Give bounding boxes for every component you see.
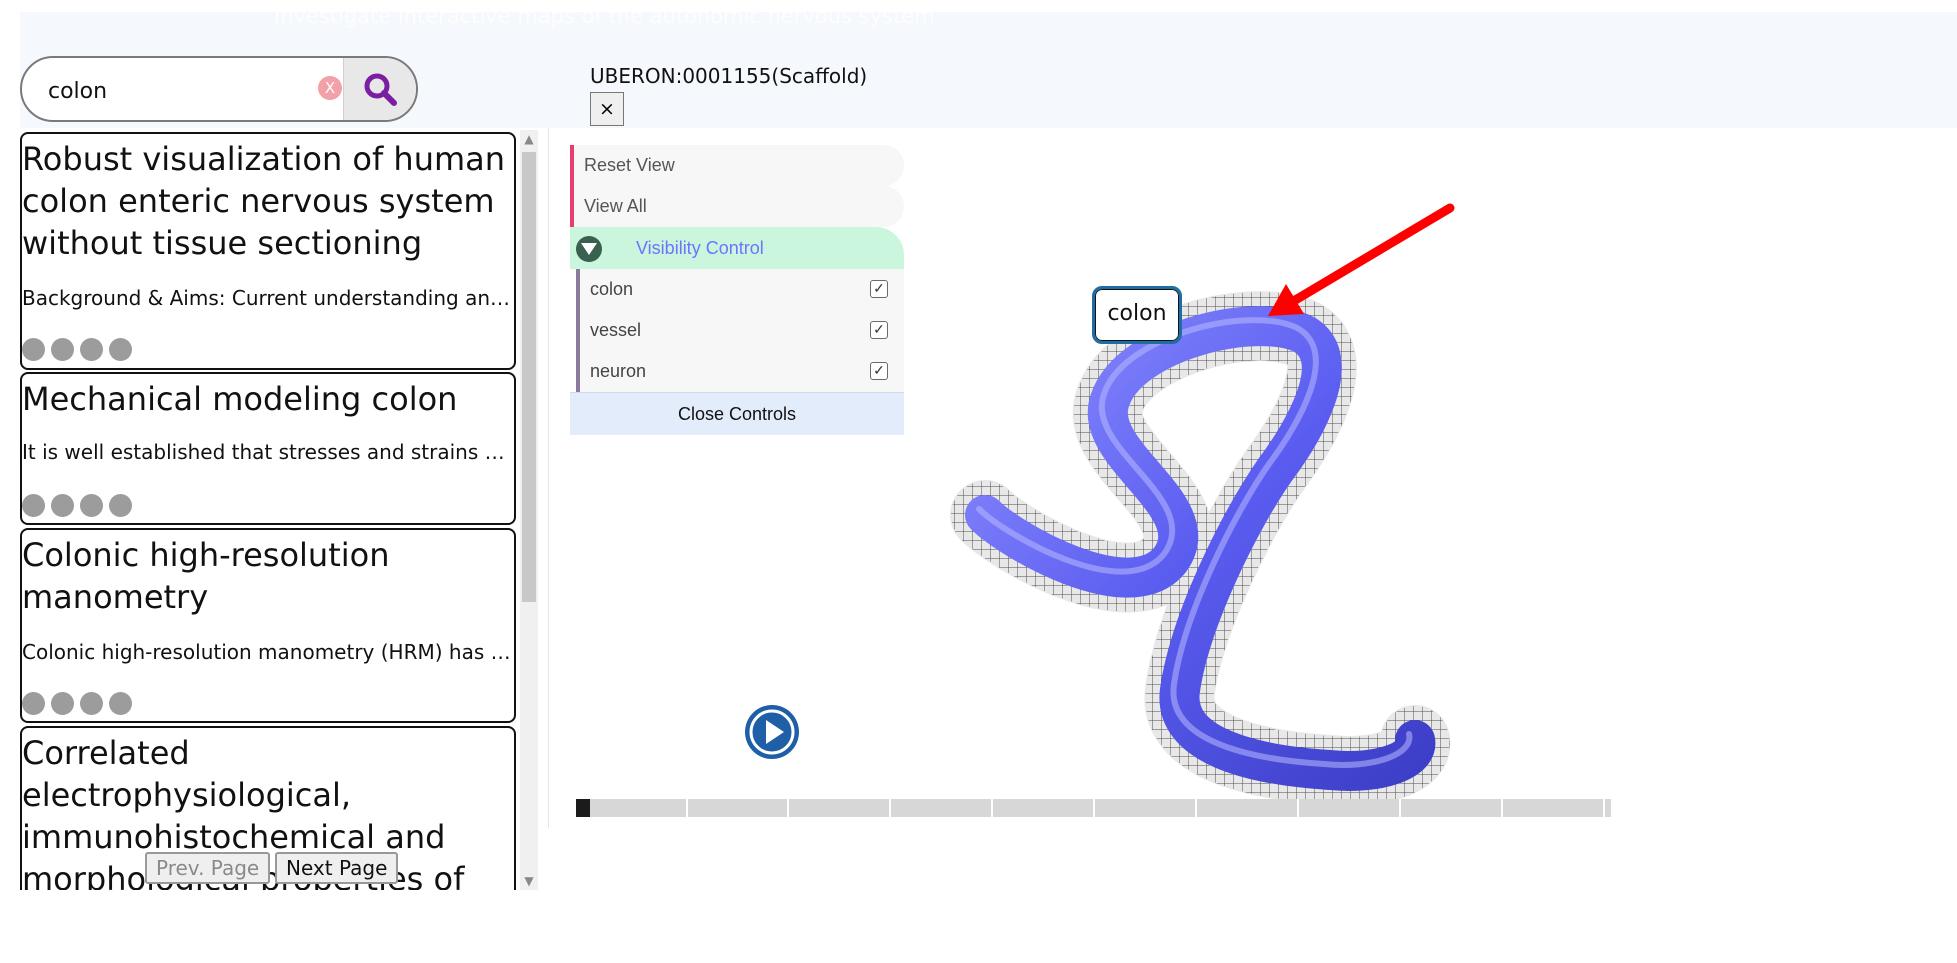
close-controls-button[interactable]: Close Controls: [570, 392, 904, 435]
collapse-triangle-icon[interactable]: [576, 236, 602, 262]
timeline-slider[interactable]: [576, 799, 1611, 817]
timeline-tick: [1195, 799, 1197, 817]
play-button[interactable]: [744, 704, 800, 760]
timeline-tick: [889, 799, 891, 817]
timeline-tick: [1399, 799, 1401, 817]
checkbox-icon[interactable]: ✓: [870, 362, 888, 380]
annotation-arrow: [1268, 203, 1455, 316]
timeline-handle[interactable]: [576, 799, 590, 817]
visibility-item-label: colon: [590, 279, 634, 299]
visibility-control-folder[interactable]: Visibility Control: [570, 227, 904, 269]
visibility-item-colon[interactable]: colon ✓: [576, 269, 904, 310]
colon-tooltip: colon: [1092, 286, 1182, 344]
visibility-item-label: vessel: [590, 320, 642, 340]
timeline-tick: [686, 799, 688, 817]
visibility-item-vessel[interactable]: vessel ✓: [576, 310, 904, 351]
timeline-tick: [1093, 799, 1095, 817]
reset-view-button[interactable]: Reset View: [570, 145, 904, 186]
timeline-tick: [991, 799, 993, 817]
checkbox-icon[interactable]: ✓: [870, 280, 888, 298]
view-all-button[interactable]: View All: [570, 186, 904, 227]
timeline-tick: [1603, 799, 1605, 817]
visibility-item-neuron[interactable]: neuron ✓: [576, 351, 904, 392]
visibility-item-label: neuron: [590, 361, 647, 381]
colon-scaffold-render[interactable]: [0, 0, 1957, 963]
play-icon: [745, 705, 799, 759]
timeline-tick: [1297, 799, 1299, 817]
timeline-tick: [1501, 799, 1503, 817]
timeline-tick: [787, 799, 789, 817]
checkbox-icon[interactable]: ✓: [870, 321, 888, 339]
controls-panel: Reset View View All Visibility Control c…: [570, 145, 904, 435]
folder-label: Visibility Control: [636, 238, 764, 258]
